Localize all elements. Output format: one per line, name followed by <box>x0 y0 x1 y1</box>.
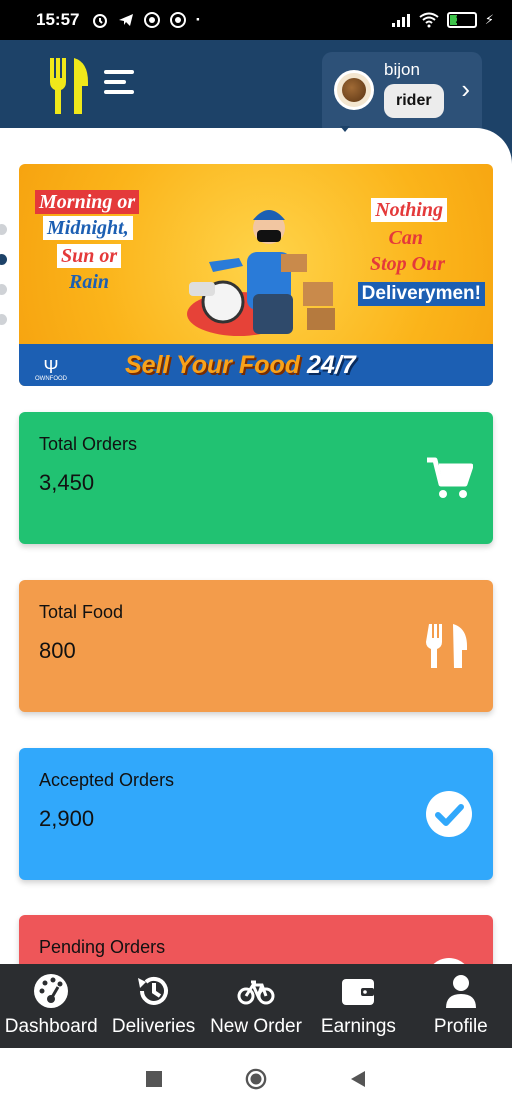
stat-card-total-orders[interactable]: Total Orders 3,450 <box>19 412 493 544</box>
banner-text: Morning or <box>35 190 140 214</box>
dashboard-gauge-icon <box>34 974 69 1008</box>
banner-text: Sun or <box>57 244 122 268</box>
dropdown-caret-icon <box>340 126 350 132</box>
nav-label: Profile <box>433 1016 488 1037</box>
stat-label: Accepted Orders <box>39 770 175 790</box>
stat-value: 800 <box>39 638 76 663</box>
nav-item-deliveries[interactable]: Deliveries <box>102 964 204 1048</box>
back-triangle-icon <box>351 1070 365 1087</box>
utensils-icon <box>426 624 467 668</box>
pagination-dot[interactable] <box>0 224 7 235</box>
banner-pagination[interactable] <box>0 224 7 325</box>
role-badge: rider <box>384 84 444 118</box>
stat-value: 3,450 <box>39 470 95 495</box>
nav-item-new-order[interactable]: New Order <box>205 964 307 1048</box>
stat-card-total-food[interactable]: Total Food 800 <box>19 580 493 712</box>
recents-button[interactable] <box>143 1068 165 1090</box>
app-header: bijon rider › <box>0 40 512 140</box>
banner-text: Nothing <box>371 198 447 222</box>
banner-text: Midnight, <box>43 216 133 240</box>
user-name: bijon <box>384 60 420 79</box>
chevron-right-icon: › <box>461 74 470 104</box>
nav-label: New Order <box>210 1016 302 1037</box>
notification-icons: · <box>91 10 201 30</box>
stat-label: Total Orders <box>39 434 138 454</box>
banner-text: Rain <box>69 271 110 293</box>
banner-text: Stop Our <box>369 253 445 275</box>
home-circle-icon <box>245 1068 267 1089</box>
history-icon <box>137 976 168 1005</box>
avatar <box>334 70 374 110</box>
banner-text: Can <box>388 227 423 249</box>
stat-label: Total Food <box>39 602 124 622</box>
system-navigation-bar <box>0 1048 512 1109</box>
nav-label: Deliveries <box>111 1016 196 1037</box>
check-circle-icon <box>426 791 472 837</box>
app-notification-icon <box>144 12 161 28</box>
cart-icon <box>427 457 473 498</box>
banner-footer: Ψ OWNFOOD Sell Your Food 24/7 <box>19 344 493 386</box>
nav-item-profile[interactable]: Profile <box>410 964 512 1048</box>
hamburger-menu-button[interactable] <box>104 70 138 100</box>
status-bar: 15:57 · 29 ⚡ <box>0 0 512 40</box>
stat-card-pending-orders[interactable]: Pending Orders <box>19 915 493 964</box>
charging-icon: ⚡ <box>484 12 494 27</box>
nav-label: Earnings <box>320 1016 396 1037</box>
alarm-icon <box>93 14 108 28</box>
status-time: 15:57 <box>36 10 80 29</box>
back-button[interactable] <box>347 1068 369 1090</box>
promo-banner[interactable]: Morning or Midnight, Sun or Rain Nothing… <box>19 164 493 386</box>
stat-label: Pending Orders <box>39 937 166 957</box>
home-button[interactable] <box>245 1068 267 1090</box>
square-icon <box>146 1070 162 1087</box>
banner-cta: Sell Your Food 24/7 <box>125 351 356 379</box>
nav-label: Dashboard <box>4 1016 98 1037</box>
wifi-icon <box>419 12 439 28</box>
nav-item-earnings[interactable]: Earnings <box>307 964 409 1048</box>
stat-value: 2,900 <box>39 806 95 831</box>
banner-text: Deliverymen! <box>357 282 485 306</box>
system-icons: 29 ⚡ <box>391 12 494 28</box>
battery-icon: 29 <box>446 12 477 28</box>
user-profile-card[interactable]: bijon rider › <box>322 52 482 136</box>
telegram-icon <box>119 14 134 26</box>
pagination-dot[interactable] <box>0 314 7 325</box>
app-notification-icon-2 <box>170 12 187 28</box>
clock-icon <box>433 958 465 964</box>
pagination-dot[interactable] <box>0 284 7 295</box>
dashboard-content[interactable]: Morning or Midnight, Sun or Rain Nothing… <box>0 128 512 964</box>
pagination-dot-active[interactable] <box>0 254 7 265</box>
stat-card-accepted-orders[interactable]: Accepted Orders 2,900 <box>19 748 493 880</box>
more-dot-icon: · <box>195 10 202 29</box>
banner-brand-logo: Ψ OWNFOOD <box>35 357 67 382</box>
battery-level: 29 <box>455 14 468 26</box>
user-icon <box>445 975 476 1008</box>
delivery-rider-illustration <box>187 210 335 336</box>
wallet-icon <box>342 979 375 1005</box>
signal-icon <box>391 14 410 27</box>
nav-item-dashboard[interactable]: Dashboard <box>0 964 102 1048</box>
bicycle-icon <box>237 980 275 1005</box>
bottom-navigation: Dashboard Deliveries New Order Earnings … <box>0 964 512 1048</box>
fork-knife-logo-icon <box>50 58 88 114</box>
